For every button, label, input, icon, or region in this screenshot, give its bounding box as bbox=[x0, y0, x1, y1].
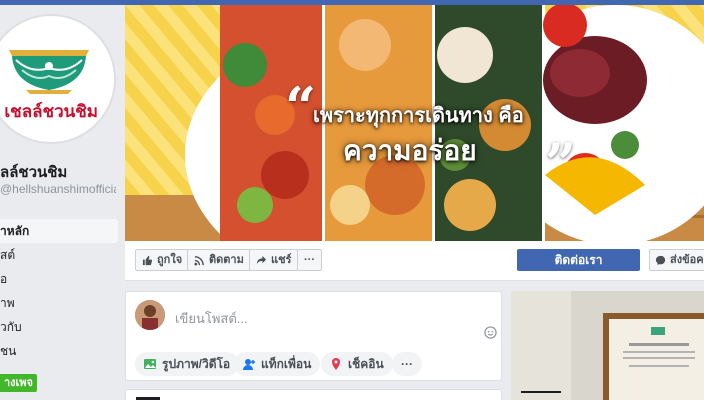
share-arrow-icon bbox=[256, 255, 267, 264]
quote-open-mark: “ bbox=[285, 75, 317, 139]
featured-photo[interactable] bbox=[511, 291, 704, 400]
emoji-icon[interactable] bbox=[484, 326, 497, 339]
write-post-input[interactable]: เขียนโพสต์... bbox=[175, 308, 248, 329]
cover-photo[interactable]: “ เพราะทุกการเดินทาง คือ ความอร่อย ” bbox=[125, 5, 704, 241]
tag-friends-icon bbox=[243, 359, 255, 370]
like-button[interactable]: ถูกใจ bbox=[135, 249, 190, 271]
next-feed-card bbox=[125, 389, 502, 400]
thumbs-up-icon bbox=[142, 255, 153, 265]
follow-label: ติดตาม bbox=[209, 254, 244, 266]
logo-wordmark: เชลล์ชวนชิม bbox=[4, 102, 98, 121]
post-composer: เขียนโพสต์... รูปภาพ/วิดีโอ แท็กเพื่อน เ… bbox=[125, 291, 502, 381]
more-options-button[interactable]: ··· bbox=[297, 249, 322, 271]
page-title[interactable]: ลล์ชวนชิม bbox=[0, 160, 67, 184]
contact-us-button[interactable]: ติดต่อเรา bbox=[517, 249, 640, 271]
cover-tagline: ความอร่อย bbox=[343, 135, 477, 166]
tag-friends-button[interactable]: แท็กเพื่อน bbox=[234, 352, 321, 376]
page-action-bar: ถูกใจ ติดตาม แชร์ ··· ติดต่อเรา ส่งข้อค bbox=[125, 241, 704, 281]
photo-video-button[interactable]: รูปภาพ/วิดีโอ bbox=[135, 352, 240, 376]
page-profile-picture[interactable]: เชลล์ชวนชิม bbox=[0, 14, 116, 144]
bowl-logo-icon bbox=[9, 50, 89, 94]
composer-avatar bbox=[135, 300, 165, 330]
create-page-button[interactable]: างเพจ bbox=[0, 374, 38, 392]
quote-close-mark: ” bbox=[545, 131, 577, 195]
follow-button[interactable]: ติดตาม bbox=[187, 249, 251, 271]
page-username[interactable]: @hellshuanshimofficial bbox=[0, 182, 116, 196]
user-avatar-icon bbox=[135, 300, 165, 330]
like-label: ถูกใจ bbox=[157, 254, 183, 266]
location-pin-icon bbox=[332, 358, 340, 370]
photo-icon bbox=[144, 359, 156, 369]
sidebar-item-about[interactable]: วกับ bbox=[0, 315, 118, 339]
certificate-photo bbox=[511, 291, 704, 400]
sidebar-item-posts[interactable]: สต์ bbox=[0, 243, 118, 267]
messenger-icon bbox=[655, 255, 666, 265]
share-label: แชร์ bbox=[271, 254, 292, 266]
photo-video-label: รูปภาพ/วิดีโอ bbox=[162, 357, 231, 371]
sidebar-item-photos[interactable]: าพ bbox=[0, 291, 118, 315]
page-sidebar-nav: าหลัก สต์ อ าพ วกับ ชน bbox=[0, 219, 118, 363]
sidebar-item-home[interactable]: าหลัก bbox=[0, 219, 118, 243]
share-button[interactable]: แชร์ bbox=[249, 249, 299, 271]
tag-friends-label: แท็กเพื่อน bbox=[261, 357, 312, 371]
send-message-button[interactable]: ส่งข้อค bbox=[649, 249, 704, 271]
check-in-label: เช็คอิน bbox=[348, 357, 384, 371]
sidebar-item-videos[interactable]: อ bbox=[0, 267, 118, 291]
sidebar-item-community[interactable]: ชน bbox=[0, 339, 118, 363]
send-message-label: ส่งข้อค bbox=[670, 254, 704, 266]
cover-headline: เพราะทุกการเดินทาง คือ bbox=[313, 105, 524, 127]
composer-more-button[interactable]: ··· bbox=[392, 352, 422, 376]
rss-follow-icon bbox=[194, 255, 204, 266]
check-in-button[interactable]: เช็คอิน bbox=[321, 352, 393, 376]
